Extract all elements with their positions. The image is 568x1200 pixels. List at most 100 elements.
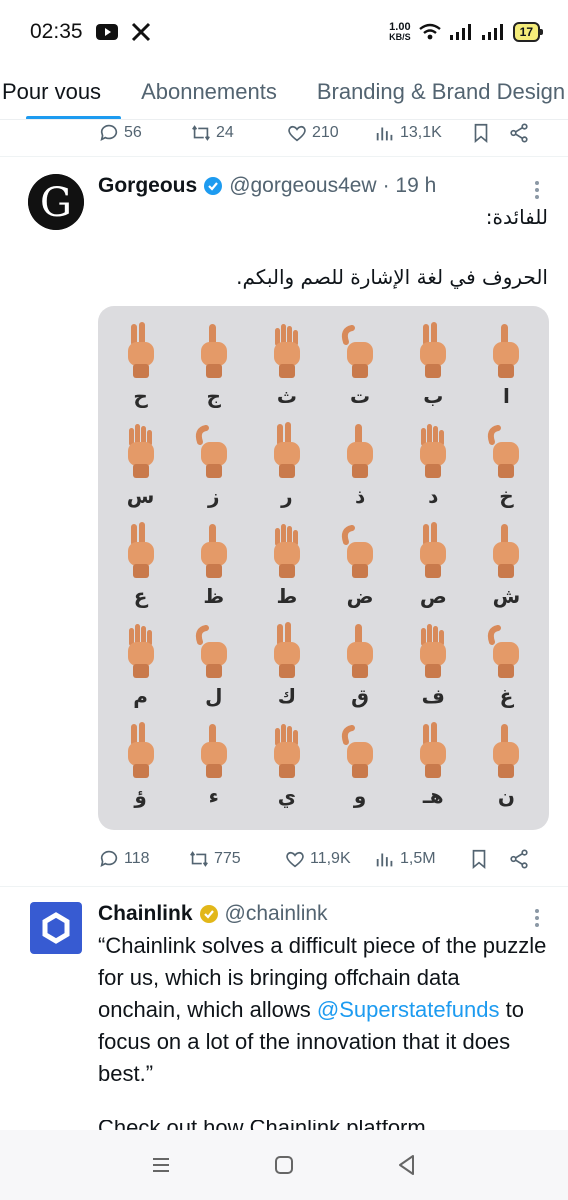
sign-cell: د — [397, 420, 470, 520]
tweet-image-sign-language-chart[interactable]: ا ب ت ث ج ح خ د ذ ر ز س ش ص ض ط ظ ع غ ف ق ك ل م ن هـ و ي ء ؤ — [98, 306, 549, 830]
like-button[interactable]: 210 — [286, 122, 374, 144]
hand-sign-icon — [493, 324, 520, 378]
arabic-letter: ع — [133, 584, 148, 608]
like-button[interactable]: 11,9K — [284, 848, 374, 870]
status-bar: 02:35 1.00 KB/S 17 — [0, 0, 568, 64]
more-options-button[interactable] — [534, 906, 540, 930]
hand-sign-icon — [200, 324, 227, 378]
author-handle[interactable]: @gorgeous4ew — [229, 174, 376, 198]
sign-cell: ق — [324, 620, 397, 720]
hand-sign-icon — [420, 522, 447, 578]
hand-sign-icon — [273, 324, 300, 378]
tab-for-you[interactable]: Pour vous — [0, 64, 122, 119]
sign-cell: ن — [470, 720, 543, 820]
menu-icon[interactable] — [148, 1152, 174, 1178]
author-name[interactable]: Chainlink — [98, 902, 193, 926]
mention-link[interactable]: @Superstatefunds — [317, 997, 500, 1022]
arabic-letter: ؤ — [134, 784, 147, 808]
bookmark-icon — [472, 849, 486, 870]
arabic-letter: ت — [350, 384, 371, 408]
arabic-letter: ك — [277, 684, 297, 708]
avatar-chainlink[interactable] — [30, 902, 82, 954]
svg-text:G: G — [40, 180, 72, 226]
arabic-letter: هـ — [422, 784, 444, 808]
arabic-letter: ف — [421, 684, 445, 708]
youtube-icon — [95, 24, 118, 40]
hand-sign-icon — [127, 624, 154, 678]
author-name[interactable]: Gorgeous — [98, 174, 197, 198]
retweet-button[interactable]: 775 — [188, 848, 284, 870]
more-options-button[interactable] — [534, 178, 540, 202]
reply-button[interactable]: 56 — [98, 122, 190, 144]
timeline-tabs: Pour vous Abonnements Branding & Brand D… — [0, 64, 568, 120]
sign-cell: ج — [177, 320, 250, 420]
hand-sign-icon — [347, 424, 374, 478]
sign-cell: ذ — [324, 420, 397, 520]
sign-cell: ح — [104, 320, 177, 420]
avatar-gorgeous[interactable]: G — [28, 174, 84, 230]
sign-cell: خ — [470, 420, 543, 520]
arabic-letter: خ — [499, 484, 514, 508]
views-icon — [376, 127, 393, 141]
hand-sign-icon — [273, 724, 300, 778]
hand-sign-icon — [127, 722, 154, 778]
hand-sign-icon — [347, 624, 374, 678]
reply-icon — [100, 850, 118, 867]
sign-cell: و — [324, 720, 397, 820]
hand-sign-icon — [273, 422, 300, 478]
share-icon — [510, 849, 528, 869]
heart-icon — [288, 125, 306, 142]
arabic-letter: ظ — [203, 584, 225, 608]
bookmark-button[interactable] — [468, 848, 508, 870]
sign-cell: ص — [397, 520, 470, 620]
sign-cell: ظ — [177, 520, 250, 620]
hand-sign-icon — [127, 322, 154, 378]
hand-sign-icon — [341, 325, 374, 378]
hand-sign-icon — [195, 625, 227, 678]
author-handle[interactable]: @chainlink — [225, 902, 328, 926]
sign-cell: ب — [397, 320, 470, 420]
arabic-letter: س — [126, 484, 155, 508]
arabic-letter: ذ — [354, 484, 366, 508]
arabic-letter: ج — [206, 384, 221, 408]
share-button[interactable] — [508, 848, 530, 870]
sign-cell: ي — [250, 720, 323, 820]
arabic-letter: و — [353, 784, 367, 808]
retweet-button[interactable]: 24 — [190, 122, 286, 144]
back-icon[interactable] — [394, 1152, 420, 1178]
tweet-header: Gorgeous @gorgeous4ew · 19 h — [98, 174, 436, 198]
sign-cell: ض — [324, 520, 397, 620]
divider — [0, 886, 568, 887]
sign-cell: ء — [177, 720, 250, 820]
hand-sign-icon — [195, 425, 227, 478]
arabic-letter: م — [133, 684, 148, 708]
arabic-letter: ا — [503, 384, 510, 408]
sign-cell: ت — [324, 320, 397, 420]
share-button[interactable] — [508, 122, 530, 144]
hand-sign-icon — [420, 722, 447, 778]
views-button[interactable]: 13,1K — [374, 122, 470, 144]
reply-icon — [100, 124, 118, 141]
views-icon — [376, 853, 393, 867]
sign-cell: غ — [470, 620, 543, 720]
arabic-letter: د — [428, 484, 439, 508]
system-nav-bar — [0, 1130, 568, 1200]
reply-button[interactable]: 118 — [98, 848, 188, 870]
arabic-letter: ي — [277, 784, 297, 808]
tab-following[interactable]: Abonnements — [121, 79, 297, 105]
home-icon[interactable] — [271, 1152, 297, 1178]
tab-branding[interactable]: Branding & Brand Design — [297, 79, 568, 105]
hand-sign-icon — [273, 524, 300, 578]
arabic-letter: ء — [208, 784, 219, 808]
arabic-letter: ق — [351, 684, 370, 708]
sign-cell: ؤ — [104, 720, 177, 820]
sign-cell: ث — [250, 320, 323, 420]
divider — [0, 156, 568, 157]
sign-cell: ز — [177, 420, 250, 520]
views-button[interactable]: 1,5M — [374, 848, 468, 870]
arabic-letter: ر — [281, 484, 293, 508]
bookmark-button[interactable] — [470, 122, 508, 144]
battery-indicator: 17 — [512, 22, 544, 42]
arabic-letter: ش — [492, 584, 521, 608]
sign-cell: ك — [250, 620, 323, 720]
